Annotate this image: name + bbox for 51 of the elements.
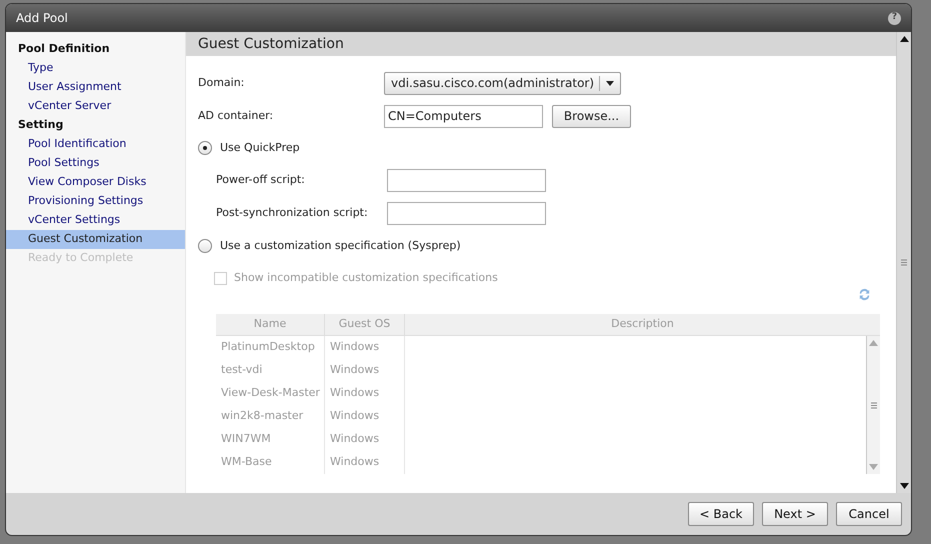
radio-label: Use QuickPrep [220, 140, 300, 156]
sidebar-item[interactable]: vCenter Server [6, 97, 185, 116]
checkbox-label: Show incompatible customization specifications [234, 270, 498, 286]
field-label: AD container: [198, 108, 274, 124]
table-cell: Windows [325, 382, 405, 405]
field-label: Power-off script: [216, 172, 306, 188]
sidebar-item[interactable]: Provisioning Settings [6, 192, 185, 211]
grip-icon[interactable] [870, 402, 876, 408]
ad-container-field[interactable]: CN=Computers [384, 104, 543, 128]
table-cell: WIN7WM [216, 428, 325, 451]
window-title: Add Pool [16, 10, 68, 27]
scrollbar[interactable] [866, 336, 880, 474]
browse-button[interactable]: Browse... [552, 104, 631, 128]
table-cell: Windows [325, 336, 405, 359]
table-cell: Windows [325, 451, 405, 474]
table-cell: win2k8-master [216, 405, 325, 428]
domain-dropdown[interactable]: vdi.sasu.cisco.com(administrator) [384, 72, 621, 94]
refresh-icon[interactable] [857, 287, 872, 302]
sidebar-item[interactable]: Guest Customization [6, 230, 185, 249]
sidebar-item[interactable]: vCenter Settings [6, 211, 185, 230]
dropdown-value: vdi.sasu.cisco.com(administrator) [390, 75, 596, 92]
radio-button[interactable] [198, 141, 212, 155]
sidebar-item[interactable]: User Assignment [6, 78, 185, 97]
page-header: Guest Customization [186, 32, 896, 56]
table-cell: Windows [325, 405, 405, 428]
field-label: Domain: [198, 74, 246, 91]
dropdown-arrow-icon[interactable] [606, 80, 614, 86]
grip-icon[interactable] [901, 259, 907, 266]
script-field[interactable] [387, 169, 546, 192]
sidebar-item[interactable]: View Composer Disks [6, 173, 185, 192]
scroll-up-icon[interactable] [900, 36, 908, 42]
scroll-down-icon[interactable] [900, 483, 908, 489]
field-label: Post-synchronization script: [216, 205, 369, 222]
help-icon[interactable]: ? [888, 12, 901, 24]
footer-button[interactable]: Cancel [836, 502, 902, 526]
table-cell: WM-Base [216, 451, 325, 474]
section-heading: Pool Definition [17, 41, 111, 58]
scrollbar[interactable] [896, 32, 911, 493]
radio-label: Use a customization specification (Sysprep) [220, 238, 461, 254]
footer-button[interactable]: Next > [762, 502, 828, 526]
sidebar-item[interactable]: Type [6, 59, 185, 78]
sidebar-item[interactable]: Pool Settings [6, 154, 185, 173]
footer-button[interactable]: < Back [688, 502, 754, 526]
table-cell: Windows [325, 428, 405, 451]
script-field[interactable] [387, 202, 546, 225]
sidebar-item[interactable]: Pool Identification [6, 135, 185, 154]
table-cell: View-Desk-Master [216, 382, 325, 405]
table-cell: test-vdi [216, 359, 325, 382]
section-heading: Setting [17, 117, 64, 134]
table-cell: Windows [325, 359, 405, 382]
table-cell: PlatinumDesktop [216, 336, 325, 359]
